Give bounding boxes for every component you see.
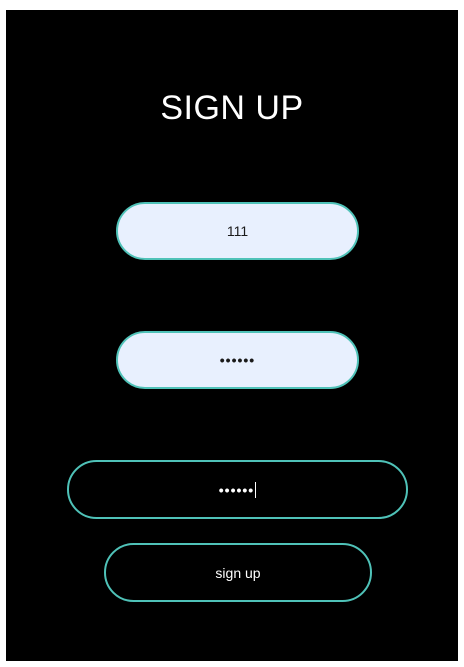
sign-up-button-label: sign up: [215, 564, 261, 581]
page-title: SIGN UP: [160, 89, 304, 127]
confirm-password-value: ••••••: [218, 481, 255, 498]
password-input[interactable]: ••••••: [116, 331, 359, 389]
confirm-password-input[interactable]: ••••••: [67, 460, 408, 519]
username-value: 111: [226, 223, 249, 239]
username-input[interactable]: 111: [116, 202, 359, 260]
password-value: ••••••: [219, 352, 256, 368]
text-caret: [255, 481, 257, 498]
sign-up-button[interactable]: sign up: [104, 543, 372, 602]
